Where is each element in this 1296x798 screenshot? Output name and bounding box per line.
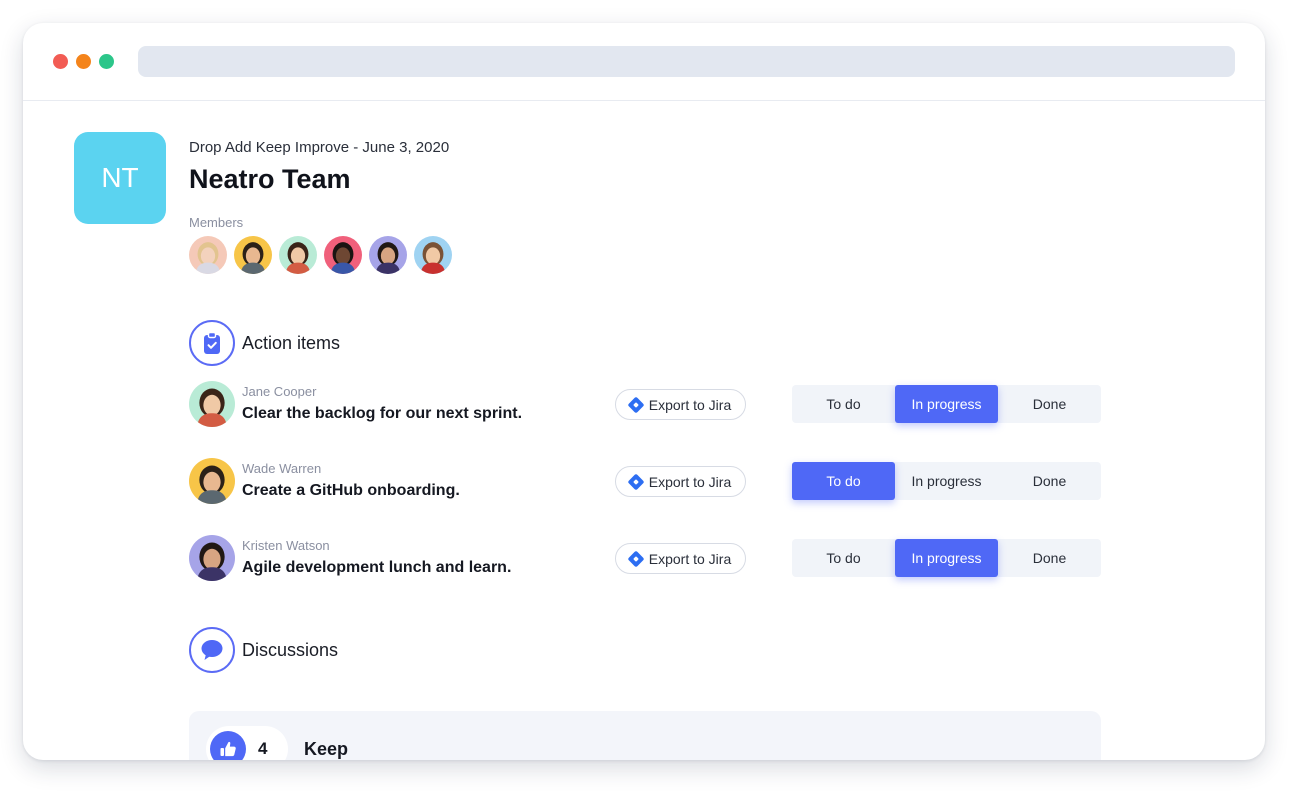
thumbs-up-icon — [210, 731, 246, 760]
status-segmented-control: To do In progress Done — [792, 462, 1101, 500]
export-to-jira-button[interactable]: Export to Jira — [615, 389, 746, 420]
action-item-text: Create a GitHub onboarding. — [242, 482, 460, 499]
discussions-header: Discussions — [189, 627, 338, 673]
minimize-window-button[interactable] — [76, 54, 91, 69]
member-avatar[interactable] — [324, 236, 362, 274]
status-in-progress-button[interactable]: In progress — [895, 462, 998, 500]
status-to-do-button[interactable]: To do — [792, 385, 895, 423]
assignee-name: Jane Cooper — [242, 384, 317, 399]
member-avatar[interactable] — [234, 236, 272, 274]
action-items-header: Action items — [189, 320, 340, 366]
close-window-button[interactable] — [53, 54, 68, 69]
speech-bubble-icon — [189, 627, 235, 673]
team-title: Neatro Team — [189, 164, 351, 194]
status-in-progress-button[interactable]: In progress — [895, 385, 998, 423]
status-segmented-control: To do In progress Done — [792, 539, 1101, 577]
member-avatar[interactable] — [414, 236, 452, 274]
action-item-text: Agile development lunch and learn. — [242, 559, 512, 576]
member-avatar[interactable] — [279, 236, 317, 274]
export-to-jira-label: Export to Jira — [648, 550, 732, 567]
vote-button[interactable]: 4 — [206, 726, 288, 760]
status-in-progress-button[interactable]: In progress — [895, 539, 998, 577]
export-to-jira-button[interactable]: Export to Jira — [615, 543, 746, 574]
discussion-card-keep[interactable]: 4 Keep — [189, 711, 1101, 760]
discussions-title: Discussions — [242, 639, 339, 660]
browser-window: NT Drop Add Keep Improve - June 3, 2020 … — [23, 23, 1265, 760]
member-avatar[interactable] — [369, 236, 407, 274]
assignee-avatar — [189, 381, 235, 427]
members-label: Members — [189, 215, 244, 230]
assignee-name: Kristen Watson — [242, 538, 330, 553]
vote-count: 4 — [258, 739, 268, 758]
assignee-name: Wade Warren — [242, 461, 322, 476]
jira-icon — [627, 396, 645, 413]
export-to-jira-label: Export to Jira — [648, 396, 732, 413]
status-to-do-button[interactable]: To do — [792, 462, 895, 500]
status-done-button[interactable]: Done — [998, 539, 1101, 577]
retrospective-subtitle: Drop Add Keep Improve - June 3, 2020 — [189, 139, 450, 156]
retrospective-page: NT Drop Add Keep Improve - June 3, 2020 … — [23, 102, 1265, 760]
team-avatar: NT — [74, 132, 166, 224]
action-item-row: Kristen Watson Agile development lunch an… — [189, 534, 1101, 582]
clipboard-check-icon — [189, 320, 235, 366]
export-to-jira-label: Export to Jira — [648, 473, 732, 490]
members-list — [189, 236, 452, 276]
status-segmented-control: To do In progress Done — [792, 385, 1101, 423]
action-item-row: Wade Warren Create a GitHub onboarding. Ex… — [189, 457, 1101, 505]
export-to-jira-button[interactable]: Export to Jira — [615, 466, 746, 497]
status-to-do-button[interactable]: To do — [792, 539, 895, 577]
assignee-avatar — [189, 458, 235, 504]
assignee-avatar — [189, 535, 235, 581]
action-item-row: Jane Cooper Clear the backlog for our nex… — [189, 380, 1101, 428]
jira-icon — [627, 550, 645, 567]
address-bar[interactable] — [138, 46, 1235, 77]
action-items-title: Action items — [242, 332, 341, 353]
action-item-text: Clear the backlog for our next sprint. — [242, 405, 523, 422]
maximize-window-button[interactable] — [99, 54, 114, 69]
discussion-card-title: Keep — [304, 739, 349, 759]
window-titlebar — [23, 23, 1265, 101]
status-done-button[interactable]: Done — [998, 462, 1101, 500]
jira-icon — [627, 473, 645, 490]
member-avatar[interactable] — [189, 236, 227, 274]
status-done-button[interactable]: Done — [998, 385, 1101, 423]
